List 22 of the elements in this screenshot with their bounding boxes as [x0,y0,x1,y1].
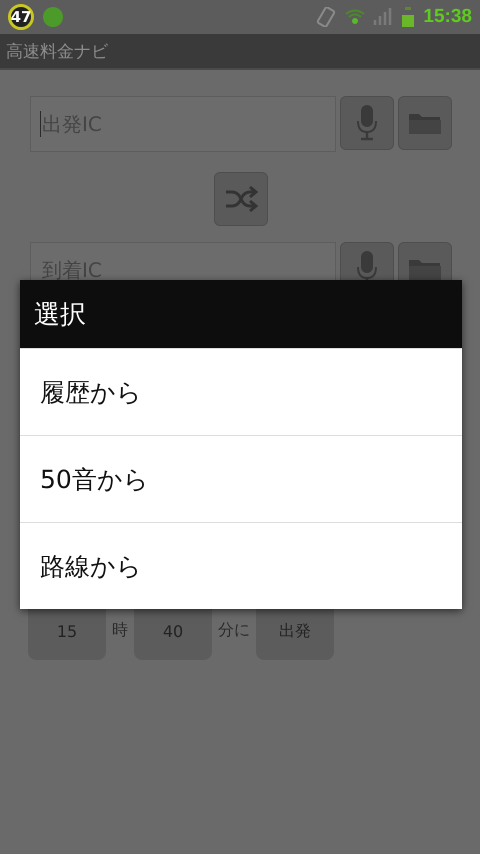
browse-button[interactable] [398,96,452,150]
wifi-icon [345,9,366,25]
dialog-option[interactable]: 50音から [20,435,462,522]
shuffle-icon [224,185,258,213]
minute-label: 分に [217,620,251,640]
hour-label: 時 [111,620,129,640]
voice-input-button[interactable] [340,96,394,150]
microphone-icon [356,105,378,141]
notification-badge: 47 [8,4,34,30]
dialog-title: 選択 [20,280,462,348]
swap-button[interactable] [214,172,268,226]
signal-icon [373,8,394,26]
app-title: 高速料金ナビ [6,40,108,62]
folder-icon [408,111,442,135]
rotation-icon [315,7,338,27]
app-icon [42,6,64,28]
clock: 15:38 [423,6,472,28]
text-cursor [40,111,41,137]
dialog-option[interactable]: 履歴から [20,348,462,435]
battery-icon [401,7,416,27]
dialog-option[interactable]: 路線から [20,522,462,609]
folder-icon [408,257,442,281]
